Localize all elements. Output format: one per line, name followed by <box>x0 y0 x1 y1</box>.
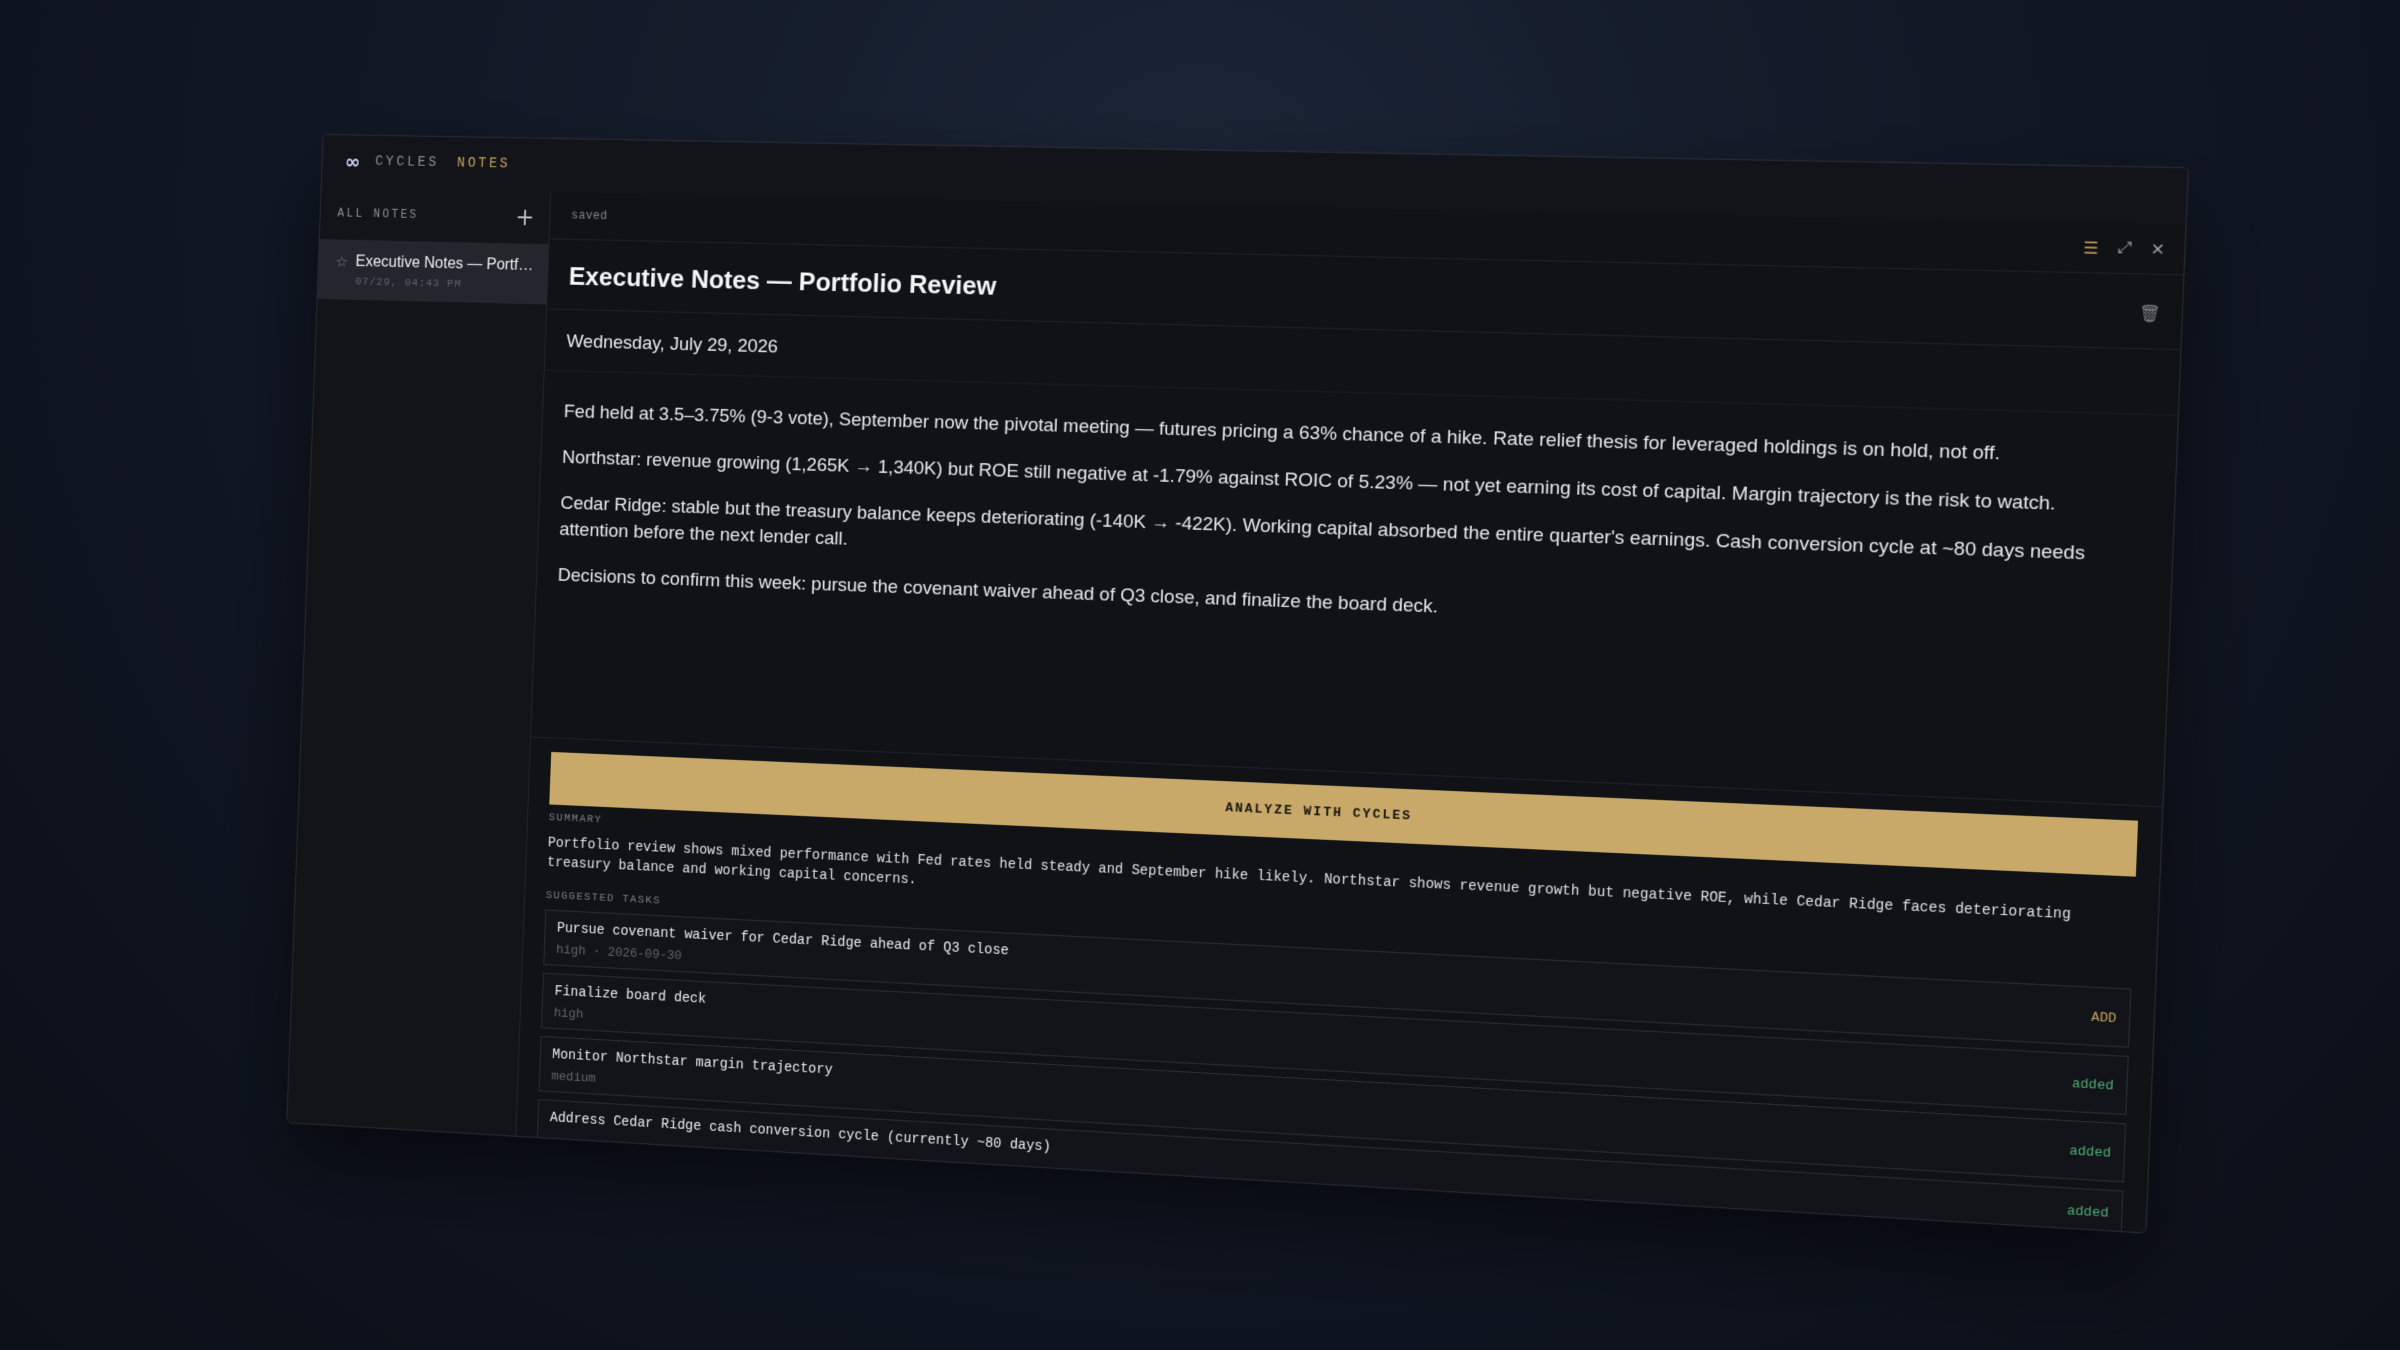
brand-primary: CYCLES <box>374 154 440 171</box>
sidebar-note-item[interactable]: ☆ Executive Notes — Portfolio Review 07/… <box>317 239 549 305</box>
expand-icon[interactable]: ⤢ <box>2117 238 2131 259</box>
editor-pane: saved ☰ ⤢ ✕ Executive Notes — Portfolio … <box>516 191 2186 1234</box>
sidebar-header: ALL NOTES + <box>320 187 551 244</box>
task-added-status: added <box>2069 1143 2112 1161</box>
note-item-row: ☆ Executive Notes — Portfolio Review <box>335 253 534 275</box>
task-info: Pursue covenant waiver for Cedar Ridge a… <box>556 921 1009 980</box>
star-icon[interactable]: ☆ <box>335 253 348 271</box>
app-window: ∞ CYCLES NOTES ALL NOTES + ☆ Executive N… <box>286 133 2189 1234</box>
task-added-status: added <box>2066 1202 2109 1221</box>
app-brand: CYCLES NOTES <box>375 154 511 172</box>
analysis-panel: ANALYZE WITH CYCLES SUMMARY Portfolio re… <box>516 736 2163 1234</box>
task-meta: high <box>553 1005 584 1022</box>
task-added-status: added <box>2071 1075 2114 1094</box>
stage: ∞ CYCLES NOTES ALL NOTES + ☆ Executive N… <box>0 0 2400 1350</box>
new-note-plus-icon[interactable]: + <box>515 204 535 232</box>
sidebar: ALL NOTES + ☆ Executive Notes — Portfoli… <box>287 187 552 1136</box>
note-title[interactable]: Executive Notes — Portfolio Review <box>568 261 996 302</box>
list-icon[interactable]: ☰ <box>2083 237 2099 257</box>
note-item-title: Executive Notes — Portfolio Review <box>355 253 535 275</box>
infinity-logo-icon: ∞ <box>344 149 361 174</box>
brand-secondary: NOTES <box>456 155 511 173</box>
task-info: Finalize board deck high <box>554 984 707 1028</box>
sidebar-title: ALL NOTES <box>337 206 419 222</box>
toolbar-icons: ☰ ⤢ ✕ <box>2083 237 2166 259</box>
add-task-button[interactable]: ADD <box>2091 1009 2117 1026</box>
task-name: Finalize board deck <box>554 984 707 1008</box>
close-icon[interactable]: ✕ <box>2150 239 2165 259</box>
task-info: Address Cedar Ridge cash conversion cycl… <box>549 1110 1052 1161</box>
save-status: saved <box>570 208 608 224</box>
note-item-date: 07/29, 04:43 PM <box>355 276 462 291</box>
task-name: Address Cedar Ridge cash conversion cycl… <box>549 1110 1052 1156</box>
task-info: Monitor Northstar margin trajectory medi… <box>551 1047 833 1099</box>
trash-icon[interactable]: 🗑 <box>2138 303 2161 323</box>
